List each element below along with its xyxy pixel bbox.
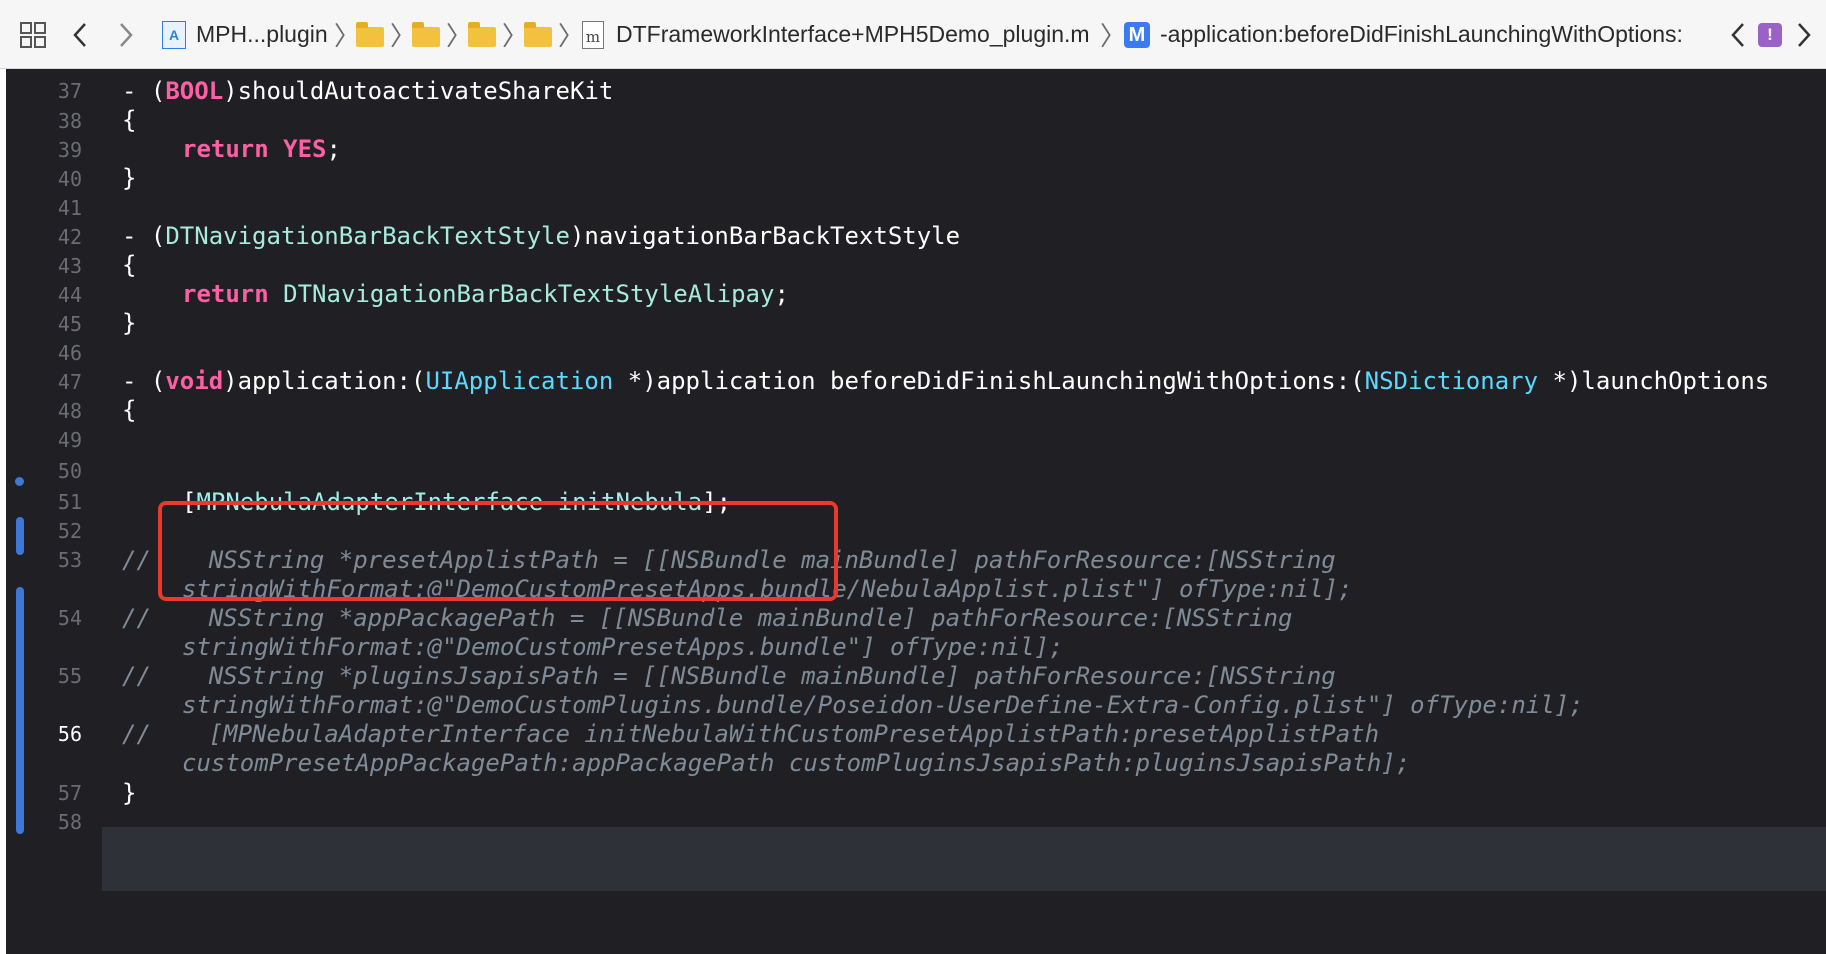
line-number: 50 bbox=[57, 459, 82, 483]
folder-icon bbox=[412, 21, 440, 47]
line-number: 41 bbox=[57, 196, 82, 220]
forward-arrow-icon[interactable] bbox=[118, 0, 134, 69]
code-line-54: // NSString *appPackagePath = [[NSBundle… bbox=[122, 604, 1293, 632]
line-number: 47 bbox=[57, 370, 82, 394]
highlight-annotation-box bbox=[158, 501, 838, 601]
folder-icon bbox=[356, 21, 384, 47]
line-number: 43 bbox=[57, 254, 82, 278]
code-line-55: // NSString *pluginsJsapisPath = [[NSBun… bbox=[122, 662, 1336, 690]
previous-issue-icon[interactable] bbox=[1730, 0, 1746, 69]
current-line-highlight bbox=[102, 827, 1826, 891]
project-icon: A bbox=[162, 20, 186, 49]
code-line-38: { bbox=[122, 106, 137, 134]
change-bar[interactable] bbox=[16, 517, 24, 555]
back-arrow-icon[interactable] bbox=[72, 0, 88, 69]
line-number: 39 bbox=[57, 138, 82, 162]
line-number: 58 bbox=[57, 810, 82, 834]
line-number-gutter[interactable]: 37 38 39 40 41 42 43 44 45 46 47 48 49 5… bbox=[0, 69, 102, 954]
line-number: 40 bbox=[57, 167, 82, 191]
code-line-45: } bbox=[122, 309, 137, 337]
jump-bar: A MPH...plugin 〉 〉 〉 〉 〉 m DTFrameworkIn… bbox=[0, 0, 1826, 69]
code-line-55-wrap: stringWithFormat:@"DemoCustomPlugins.bun… bbox=[182, 691, 1584, 719]
line-number: 38 bbox=[57, 109, 82, 133]
code-line-44: return DTNavigationBarBackTextStyleAlipa… bbox=[182, 280, 789, 308]
next-issue-icon[interactable] bbox=[1796, 0, 1812, 69]
line-number: 51 bbox=[57, 490, 82, 514]
line-number: 45 bbox=[57, 312, 82, 336]
breadcrumb-folder-2[interactable] bbox=[412, 0, 440, 69]
line-number: 48 bbox=[57, 399, 82, 423]
code-line-37: - (BOOL)shouldAutoactivateShareKit bbox=[122, 77, 614, 105]
breadcrumb-project-label: MPH...plugin bbox=[196, 21, 328, 47]
folder-icon bbox=[468, 21, 496, 47]
breadcrumb-folder-1[interactable] bbox=[356, 0, 384, 69]
code-line-39: return YES; bbox=[182, 135, 341, 163]
line-number: 55 bbox=[57, 664, 82, 688]
line-number: 49 bbox=[57, 428, 82, 452]
code-line-56: // [MPNebulaAdapterInterface initNebulaW… bbox=[122, 720, 1380, 748]
warning-icon: ! bbox=[1758, 22, 1782, 47]
code-line-40: } bbox=[122, 164, 137, 192]
code-line-42: - (DTNavigationBarBackTextStyle)navigati… bbox=[122, 222, 961, 250]
line-number: 52 bbox=[57, 519, 82, 543]
breadcrumb-method[interactable]: M -application:beforeDidFinishLaunchingW… bbox=[1124, 0, 1683, 69]
code-line-54-wrap: stringWithFormat:@"DemoCustomPresetApps.… bbox=[182, 633, 1064, 661]
code-line-43: { bbox=[122, 251, 137, 279]
line-number: 57 bbox=[57, 781, 82, 805]
breadcrumb-file[interactable]: m DTFrameworkInterface+MPH5Demo_plugin.m bbox=[582, 0, 1090, 69]
method-icon: M bbox=[1124, 21, 1150, 48]
line-number: 53 bbox=[57, 548, 82, 572]
issue-warning[interactable]: ! bbox=[1758, 0, 1782, 69]
change-marker[interactable] bbox=[15, 477, 24, 486]
objc-file-icon: m bbox=[582, 20, 604, 49]
folder-icon bbox=[524, 21, 552, 47]
code-line-47: - (void)application:(UIApplication *)app… bbox=[122, 367, 1770, 395]
line-number: 44 bbox=[57, 283, 82, 307]
line-number: 42 bbox=[57, 225, 82, 249]
code-line-56-wrap: customPresetAppPackagePath:appPackagePat… bbox=[182, 749, 1411, 777]
breadcrumb-file-label: DTFrameworkInterface+MPH5Demo_plugin.m bbox=[616, 21, 1090, 47]
breadcrumb-separator-icon: 〉 bbox=[1100, 21, 1127, 51]
source-editor[interactable]: 37 38 39 40 41 42 43 44 45 46 47 48 49 5… bbox=[0, 69, 1826, 954]
breadcrumb-project[interactable]: A MPH...plugin bbox=[162, 0, 328, 69]
line-number-current: 56 bbox=[57, 722, 82, 746]
breadcrumb-folder-3[interactable] bbox=[468, 0, 496, 69]
line-number: 37 bbox=[57, 79, 82, 103]
breadcrumb-method-label: -application:beforeDidFinishLaunchingWit… bbox=[1160, 21, 1683, 47]
related-items-icon[interactable] bbox=[20, 0, 46, 69]
line-number: 54 bbox=[57, 606, 82, 630]
code-line-48: { bbox=[122, 396, 137, 424]
breadcrumb-folder-4[interactable] bbox=[524, 0, 552, 69]
line-number: 46 bbox=[57, 341, 82, 365]
change-bar[interactable] bbox=[16, 587, 24, 834]
breadcrumb-separator-icon: 〉 bbox=[558, 21, 585, 51]
code-line-57: } bbox=[122, 779, 137, 807]
